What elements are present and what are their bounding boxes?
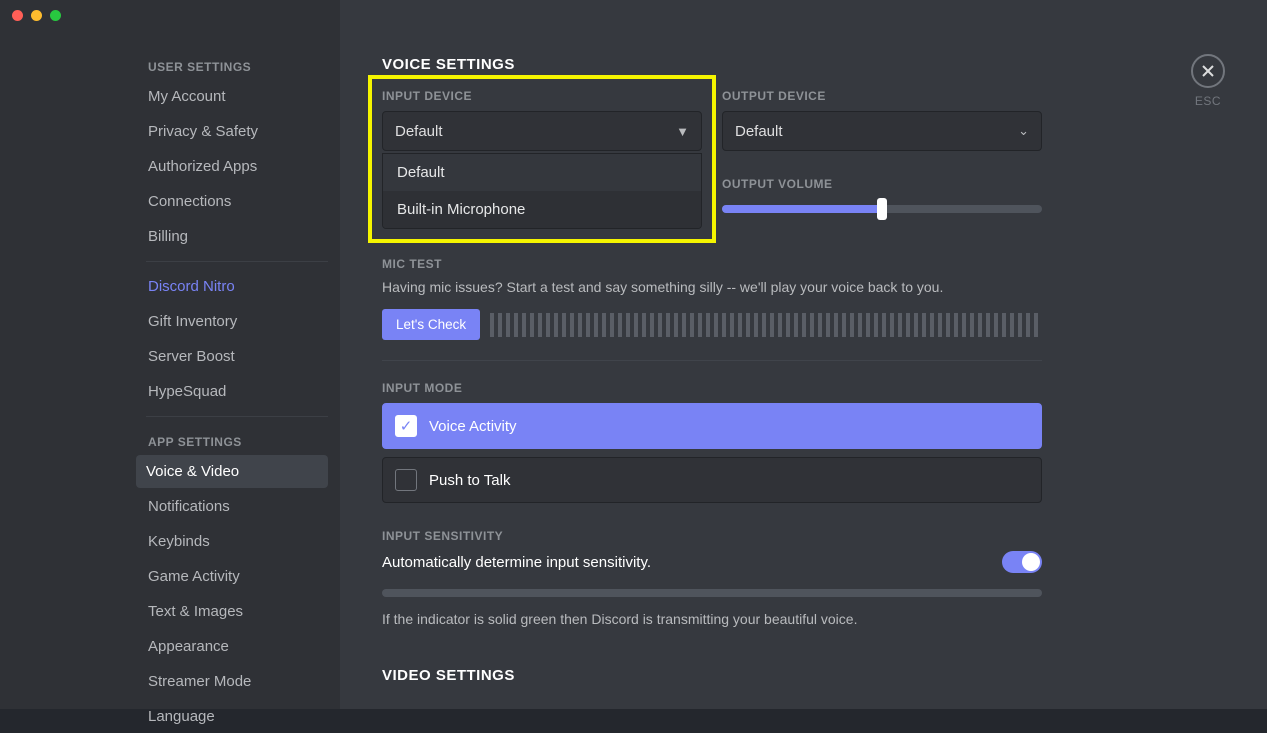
checkbox-unchecked-icon	[395, 469, 417, 491]
output-volume-thumb[interactable]	[877, 198, 887, 220]
input-mode-option-label: Push to Talk	[429, 472, 510, 489]
sidebar-item-privacy-safety[interactable]: Privacy & Safety	[146, 115, 328, 148]
sensitivity-meter	[382, 589, 1042, 597]
toggle-knob-icon	[1022, 553, 1040, 571]
close-icon[interactable]	[1191, 54, 1225, 88]
output-volume-label: OUTPUT VOLUME	[722, 177, 1042, 191]
sidebar-header-user: USER SETTINGS	[146, 50, 328, 80]
auto-sensitivity-toggle[interactable]	[1002, 551, 1042, 573]
divider	[382, 360, 1042, 361]
mic-test-label: MIC TEST	[382, 257, 1042, 271]
input-sensitivity-label: INPUT SENSITIVITY	[382, 529, 1042, 543]
sidebar-item-server-boost[interactable]: Server Boost	[146, 340, 328, 373]
sidebar-divider	[146, 416, 328, 417]
sidebar-item-gift-inventory[interactable]: Gift Inventory	[146, 305, 328, 338]
sidebar-divider	[146, 261, 328, 262]
input-mode-label: INPUT MODE	[382, 381, 1042, 395]
auto-sensitivity-label: Automatically determine input sensitivit…	[382, 554, 651, 571]
settings-content: ESC VOICE SETTINGS INPUT DEVICE Default …	[340, 0, 1267, 709]
minimize-window-icon[interactable]	[31, 10, 42, 21]
output-device-label: OUTPUT DEVICE	[722, 89, 1042, 103]
page-title: VOICE SETTINGS	[382, 56, 1042, 73]
sidebar-header-app: APP SETTINGS	[146, 425, 328, 455]
sidebar-item-keybinds[interactable]: Keybinds	[146, 525, 328, 558]
output-device-select[interactable]: Default ⌄	[722, 111, 1042, 151]
output-volume-slider[interactable]	[722, 205, 1042, 213]
sidebar-item-streamer-mode[interactable]: Streamer Mode	[146, 665, 328, 698]
input-device-selected: Default	[395, 123, 443, 140]
input-mode-voice-activity[interactable]: ✓ Voice Activity	[382, 403, 1042, 449]
input-device-option-builtin-mic[interactable]: Built-in Microphone	[383, 191, 701, 228]
input-device-label: INPUT DEVICE	[382, 89, 702, 103]
input-device-dropdown: Default Built-in Microphone	[382, 153, 702, 229]
sidebar-item-appearance[interactable]: Appearance	[146, 630, 328, 663]
input-mode-push-to-talk[interactable]: Push to Talk	[382, 457, 1042, 503]
mic-test-meter	[490, 313, 1042, 337]
esc-label: ESC	[1191, 94, 1225, 108]
sidebar-item-my-account[interactable]: My Account	[146, 80, 328, 113]
window-controls	[12, 10, 61, 21]
close-window-icon[interactable]	[12, 10, 23, 21]
mic-test-button[interactable]: Let's Check	[382, 309, 480, 340]
sidebar-item-connections[interactable]: Connections	[146, 185, 328, 218]
sidebar-item-authorized-apps[interactable]: Authorized Apps	[146, 150, 328, 183]
sidebar-item-billing[interactable]: Billing	[146, 220, 328, 253]
mic-test-desc: Having mic issues? Start a test and say …	[382, 279, 1042, 295]
checkbox-checked-icon: ✓	[395, 415, 417, 437]
video-settings-title: VIDEO SETTINGS	[382, 667, 1042, 684]
chevron-down-icon: ▼	[676, 124, 689, 139]
sidebar-item-language[interactable]: Language	[146, 700, 328, 733]
settings-sidebar: USER SETTINGS My Account Privacy & Safet…	[0, 0, 340, 709]
sidebar-item-game-activity[interactable]: Game Activity	[146, 560, 328, 593]
output-device-selected: Default	[735, 123, 783, 140]
chevron-down-icon: ⌄	[1018, 123, 1029, 139]
sensitivity-desc: If the indicator is solid green then Dis…	[382, 611, 1042, 627]
input-mode-option-label: Voice Activity	[429, 418, 517, 435]
maximize-window-icon[interactable]	[50, 10, 61, 21]
input-device-option-default[interactable]: Default	[383, 154, 701, 191]
input-device-highlight: INPUT DEVICE Default ▼ Default Built-in …	[368, 75, 716, 243]
sidebar-item-voice-video[interactable]: Voice & Video	[136, 455, 328, 488]
input-device-select[interactable]: Default ▼	[382, 111, 702, 151]
output-volume-fill	[722, 205, 882, 213]
sidebar-item-hypesquad[interactable]: HypeSquad	[146, 375, 328, 408]
close-settings[interactable]: ESC	[1191, 54, 1225, 108]
sidebar-item-notifications[interactable]: Notifications	[146, 490, 328, 523]
sidebar-item-text-images[interactable]: Text & Images	[146, 595, 328, 628]
sidebar-item-discord-nitro[interactable]: Discord Nitro	[146, 270, 328, 303]
